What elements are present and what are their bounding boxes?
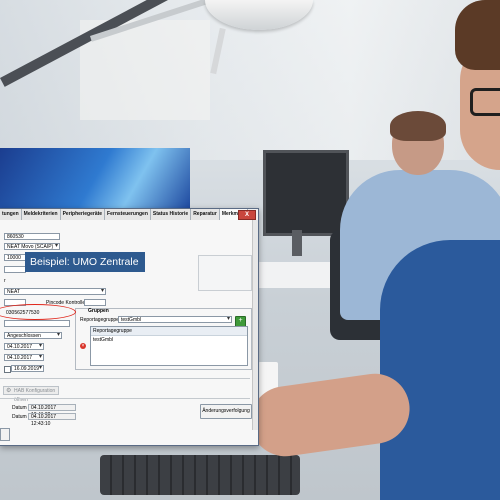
manufacturer-select[interactable]: NEAT	[4, 288, 106, 295]
date-picker-3[interactable]: 16.09.2019	[11, 365, 44, 372]
bottom-button[interactable]	[0, 428, 10, 441]
aenderungsverfolgung-button[interactable]: Änderungsverfolgung	[200, 404, 252, 419]
keyboard-foreground	[100, 455, 300, 495]
hab-config-button[interactable]: HAB Konfiguration öffnen	[3, 386, 59, 403]
empty-panel	[198, 255, 252, 291]
divider	[0, 398, 250, 399]
list-item[interactable]: testGmbl	[91, 336, 247, 344]
group-list[interactable]: Reportagegruppe testGmbl	[90, 326, 248, 366]
id-field[interactable]: 860530	[4, 233, 60, 240]
group-list-header: Reportagegruppe	[91, 327, 247, 336]
date3-checkbox[interactable]	[4, 366, 11, 373]
close-button[interactable]: X	[238, 210, 256, 220]
phone-field-2[interactable]	[4, 320, 70, 327]
datum-label: Datum	[12, 414, 27, 420]
groups-title: Gruppen	[88, 308, 109, 314]
remove-icon[interactable]: ×	[80, 343, 86, 349]
date-picker-1[interactable]: 04.10.2017	[4, 343, 44, 350]
example-banner: Beispiel: UMO Zentrale	[25, 252, 145, 272]
glasses	[470, 88, 500, 116]
date-picker-2[interactable]: 04.10.2017	[4, 354, 44, 361]
tab-peripheriegeraete[interactable]: Peripheriegeräte	[60, 209, 106, 220]
tab-reparatur[interactable]: Reparatur	[191, 209, 220, 220]
tab-meldekriterien[interactable]: Meldekriterien	[21, 209, 61, 220]
foreground-person-hair	[455, 0, 500, 70]
tab-einstellungen[interactable]: tungen	[0, 209, 22, 220]
vertical-scrollbar[interactable]	[252, 220, 258, 430]
tab-fernsteuerungen[interactable]: Fernsteuerungen	[105, 209, 151, 220]
device-type-select[interactable]: NEAT Movo (SCAIP)	[4, 243, 60, 250]
text-field[interactable]	[4, 266, 26, 273]
background-monitor-screen	[0, 148, 190, 208]
reportgruppe-select[interactable]: testGmbl	[118, 316, 232, 323]
tab-status-historie[interactable]: Status Historie	[150, 209, 192, 220]
pincode-field[interactable]	[84, 299, 106, 306]
datum-field-2: 04.10.2017 12:43:10	[28, 413, 76, 427]
status-select[interactable]: Angeschlossen	[4, 332, 62, 339]
datum-label: Datum	[12, 405, 27, 411]
serial-field[interactable]: 10000	[4, 254, 26, 261]
foreground-person-shirt	[380, 240, 500, 500]
divider	[0, 378, 250, 379]
label-marker: r	[4, 278, 6, 284]
datum-field-1: 04.10.2017 12:41:22	[28, 404, 76, 418]
reportgruppe-label: Reportagegruppe	[80, 317, 119, 323]
